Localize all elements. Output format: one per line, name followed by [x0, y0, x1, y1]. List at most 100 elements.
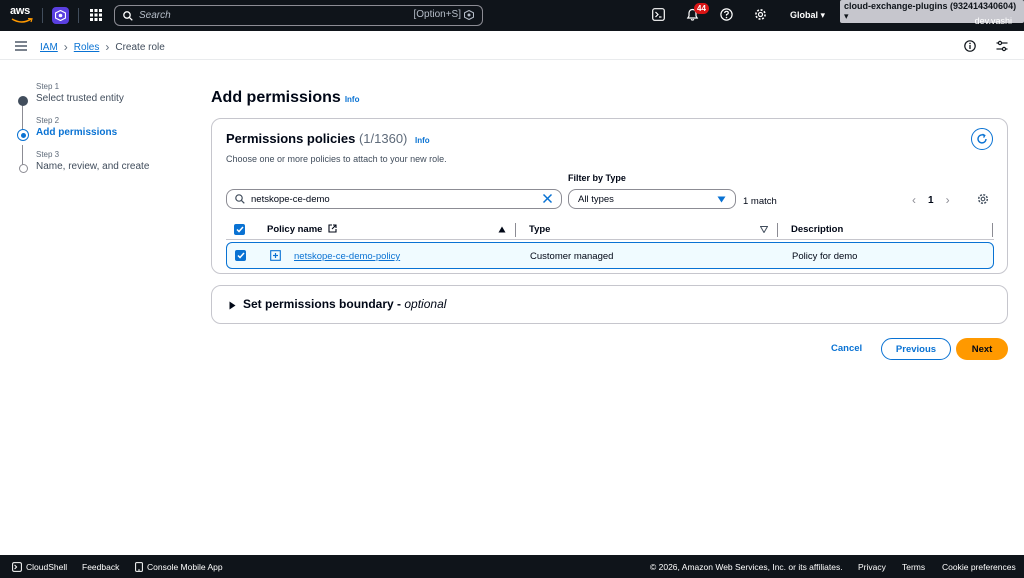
footer-privacy[interactable]: Privacy: [858, 562, 886, 572]
region-selector[interactable]: Global ▾: [790, 10, 825, 21]
boundary-optional-label: optional: [404, 297, 447, 311]
cancel-button[interactable]: Cancel: [831, 343, 862, 354]
top-navigation: aws Search [Option+S] 44 Global ▾ cloud-…: [0, 0, 1024, 31]
breadcrumb: IAM › Roles › Create role: [40, 40, 165, 54]
table-header: Policy name Type Description: [226, 220, 994, 240]
footer-cookie-preferences[interactable]: Cookie preferences: [942, 562, 1016, 572]
preferences-sliders-icon[interactable]: [996, 40, 1008, 52]
sort-icon[interactable]: [760, 226, 768, 233]
table-settings-gear-icon[interactable]: [977, 193, 989, 205]
column-policy-name-label: Policy name: [267, 224, 323, 235]
footer-mobile-app[interactable]: Console Mobile App: [135, 562, 223, 572]
column-separator[interactable]: [992, 223, 993, 237]
search-icon: [235, 194, 245, 204]
boundary-title[interactable]: Set permissions boundary - optional: [243, 297, 446, 311]
services-grid-icon[interactable]: [90, 9, 102, 21]
filter-type-value: All types: [578, 193, 614, 205]
user-name[interactable]: dev.vashi: [975, 16, 1012, 26]
footer-feedback[interactable]: Feedback: [82, 562, 119, 572]
column-type[interactable]: Type: [529, 224, 550, 235]
notification-badge: 44: [694, 3, 709, 14]
wizard-steps: Step 1 Select trusted entity Step 2 Add …: [17, 82, 149, 180]
external-link-icon: [328, 224, 337, 233]
breadcrumb-bar: IAM › Roles › Create role: [0, 31, 1024, 60]
page-title-text: Add permissions: [211, 89, 341, 106]
policies-info-link[interactable]: Info: [415, 136, 430, 145]
match-count: 1 match: [743, 196, 777, 207]
footer-copyright: © 2026, Amazon Web Services, Inc. or its…: [650, 562, 843, 572]
shortcut-text: [Option+S]: [413, 9, 461, 20]
checkmark-icon: [236, 252, 245, 259]
global-search-input[interactable]: Search [Option+S]: [114, 5, 483, 26]
footer-mobile-label: Console Mobile App: [147, 562, 223, 572]
policy-name-link[interactable]: netskope-ce-demo-policy: [294, 251, 400, 262]
page-info-link[interactable]: Info: [345, 95, 360, 104]
aws-smile-icon: [11, 18, 33, 23]
caret-right-icon[interactable]: [229, 301, 236, 310]
column-description[interactable]: Description: [791, 224, 843, 235]
policies-description: Choose one or more policies to attach to…: [226, 154, 447, 164]
caret-down-icon: [717, 196, 726, 203]
service-icon[interactable]: [52, 7, 69, 24]
next-button[interactable]: Next: [956, 338, 1008, 360]
step-1[interactable]: Step 1 Select trusted entity: [18, 82, 149, 106]
column-separator[interactable]: [515, 223, 516, 237]
breadcrumb-roles[interactable]: Roles: [74, 42, 100, 53]
step-3: Step 3 Name, review, and create: [18, 150, 149, 173]
column-policy-name[interactable]: Policy name: [267, 224, 337, 235]
next-page-icon[interactable]: ›: [946, 193, 950, 207]
checkmark-icon: [235, 226, 244, 233]
sort-ascending-icon[interactable]: [498, 226, 506, 233]
refresh-button[interactable]: [971, 128, 993, 150]
table-row[interactable]: netskope-ce-demo-policy Customer managed…: [226, 242, 994, 269]
step-1-label: Step 1: [36, 82, 60, 91]
refresh-icon: [977, 133, 987, 144]
pagination: ‹ 1 ›: [912, 193, 950, 207]
footer-cloudshell[interactable]: CloudShell: [12, 562, 67, 572]
row-checkbox[interactable]: [235, 250, 246, 261]
step-pending-dot-icon: [19, 164, 28, 173]
step-complete-dot-icon: [18, 96, 28, 106]
nav-divider: [78, 8, 79, 23]
column-separator[interactable]: [777, 223, 778, 237]
breadcrumb-iam[interactable]: IAM: [40, 42, 58, 53]
select-all-checkbox[interactable]: [234, 224, 245, 235]
step-active-dot-icon: [17, 129, 29, 141]
clear-search-icon[interactable]: [542, 193, 553, 204]
policy-type: Customer managed: [530, 251, 614, 262]
policies-title-text: Permissions policies: [226, 131, 356, 146]
breadcrumb-current: Create role: [115, 41, 165, 53]
info-circle-icon[interactable]: [964, 40, 976, 52]
permissions-boundary-panel[interactable]: Set permissions boundary - optional: [211, 285, 1008, 324]
step-2: Step 2 Add permissions: [17, 116, 149, 141]
chevron-right-icon: ›: [63, 40, 68, 54]
settings-gear-icon[interactable]: [754, 8, 767, 21]
search-icon: [123, 10, 133, 21]
step-2-title: Add permissions: [36, 127, 118, 138]
region-label: Global: [790, 10, 819, 20]
cloudshell-icon: [12, 562, 22, 572]
footer-cloudshell-label: CloudShell: [26, 562, 68, 572]
policy-search-input[interactable]: netskope-ce-demo: [226, 189, 562, 209]
help-icon[interactable]: [720, 8, 733, 21]
footer-terms[interactable]: Terms: [902, 562, 925, 572]
policies-count: (1/1360): [358, 131, 408, 146]
page-title: Add permissions Info: [211, 89, 359, 107]
previous-page-icon[interactable]: ‹: [912, 193, 916, 207]
menu-hamburger-icon[interactable]: [15, 41, 27, 51]
search-shortcut: [Option+S]: [413, 9, 474, 20]
aws-logo[interactable]: aws: [10, 5, 36, 25]
filter-type-select[interactable]: All types: [568, 189, 736, 209]
footer: CloudShell Feedback Console Mobile App ©…: [0, 555, 1024, 578]
boundary-title-text: Set permissions boundary -: [243, 297, 405, 311]
search-placeholder: Search: [139, 10, 171, 21]
expand-plus-icon[interactable]: [270, 250, 281, 261]
current-page[interactable]: 1: [928, 195, 934, 206]
cloudshell-icon[interactable]: [652, 8, 665, 21]
permissions-policies-panel: Permissions policies (1/1360) Info Choos…: [211, 118, 1008, 274]
policy-description: Policy for demo: [792, 251, 858, 262]
step-3-label: Step 3: [36, 150, 60, 159]
previous-button[interactable]: Previous: [881, 338, 951, 360]
chevron-right-icon: ›: [105, 40, 110, 54]
aws-logo-text: aws: [10, 5, 30, 17]
